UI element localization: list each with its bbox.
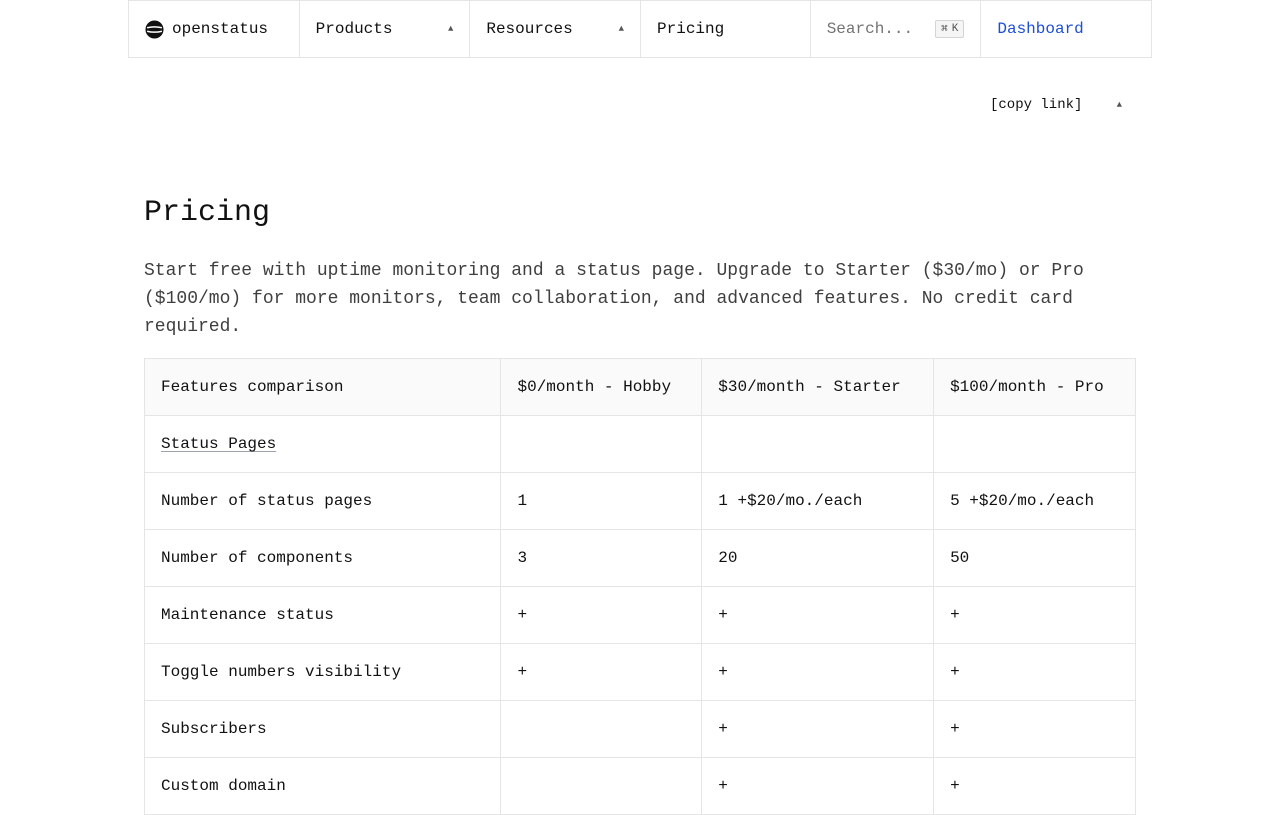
nav-pricing-label: Pricing — [657, 20, 725, 38]
pro-value: + — [933, 586, 1136, 644]
hobby-value — [500, 700, 703, 758]
starter-value: + — [701, 700, 935, 758]
search-placeholder: Search... — [826, 20, 914, 38]
table-cell — [500, 415, 703, 473]
pro-value: + — [933, 643, 1136, 701]
page-title: Pricing — [144, 196, 271, 230]
starter-value: 1 +$20/mo./each — [701, 472, 935, 530]
feature-name: Subscribers — [143, 700, 502, 758]
starter-value: 20 — [701, 529, 935, 587]
table-cell — [933, 415, 1136, 473]
table-row: Number of status pages 1 1 +$20/mo./each… — [143, 472, 1136, 530]
hobby-value: 3 — [500, 529, 703, 587]
feature-name: Number of components — [143, 529, 502, 587]
nav-pricing-link[interactable]: Pricing — [641, 1, 811, 57]
keyboard-shortcut-badge: ⌘ K — [935, 20, 965, 38]
header-features: Features comparison — [143, 358, 502, 416]
section-row: Status Pages — [143, 415, 1136, 473]
nav-products-dropdown[interactable]: Products ▲ — [300, 1, 471, 57]
feature-name: Maintenance status — [143, 586, 502, 644]
copy-link-label: [copy link] — [990, 97, 1083, 113]
starter-value: + — [701, 643, 935, 701]
command-key-icon: ⌘ — [941, 24, 948, 36]
nav-resources-label: Resources — [486, 20, 573, 38]
header-pro: $100/month - Pro — [933, 358, 1136, 416]
caret-up-icon: ▲ — [447, 24, 454, 34]
table-row: Maintenance status + + + — [143, 586, 1136, 644]
table-row: Toggle numbers visibility + + + — [143, 643, 1136, 701]
brand-name: openstatus — [172, 20, 269, 38]
hobby-value: + — [500, 586, 703, 644]
caret-up-icon: ▲ — [1116, 100, 1122, 110]
feature-name: Toggle numbers visibility — [143, 643, 502, 701]
pro-value: 50 — [933, 529, 1136, 587]
dashboard-link[interactable]: Dashboard — [981, 1, 1151, 57]
pro-value: + — [933, 757, 1136, 815]
table-header-row: Features comparison $0/month - Hobby $30… — [143, 358, 1136, 416]
features-comparison-table: Features comparison $0/month - Hobby $30… — [143, 358, 1136, 815]
table-row: Subscribers + + — [143, 700, 1136, 758]
header-hobby: $0/month - Hobby — [500, 358, 703, 416]
table-row: Number of components 3 20 50 — [143, 529, 1136, 587]
search-button[interactable]: Search... ⌘ K — [811, 1, 982, 57]
brand-link[interactable]: openstatus — [129, 1, 300, 57]
hobby-value: 1 — [500, 472, 703, 530]
dashboard-label: Dashboard — [997, 20, 1084, 38]
table-cell — [701, 415, 935, 473]
copy-link-button[interactable]: [copy link] ▲ — [990, 97, 1122, 113]
hobby-value — [500, 757, 703, 815]
status-pages-section-link[interactable]: Status Pages — [161, 435, 276, 453]
header-starter: $30/month - Starter — [701, 358, 935, 416]
nav-resources-dropdown[interactable]: Resources ▲ — [470, 1, 642, 57]
pro-value: + — [933, 700, 1136, 758]
top-navigation: openstatus Products ▲ Resources ▲ Pricin… — [128, 0, 1152, 58]
starter-value: + — [701, 757, 935, 815]
hobby-value: + — [500, 643, 703, 701]
starter-value: + — [701, 586, 935, 644]
caret-up-icon: ▲ — [618, 24, 625, 34]
section-cell: Status Pages — [143, 415, 502, 473]
nav-products-label: Products — [315, 20, 393, 38]
page-description: Start free with uptime monitoring and a … — [144, 261, 1084, 337]
feature-name: Custom domain — [143, 757, 502, 815]
shortcut-key: K — [951, 23, 959, 35]
pro-value: 5 +$20/mo./each — [933, 472, 1136, 530]
openstatus-logo-icon — [145, 19, 164, 39]
table-row: Custom domain + + — [143, 757, 1136, 815]
feature-name: Number of status pages — [143, 472, 502, 530]
